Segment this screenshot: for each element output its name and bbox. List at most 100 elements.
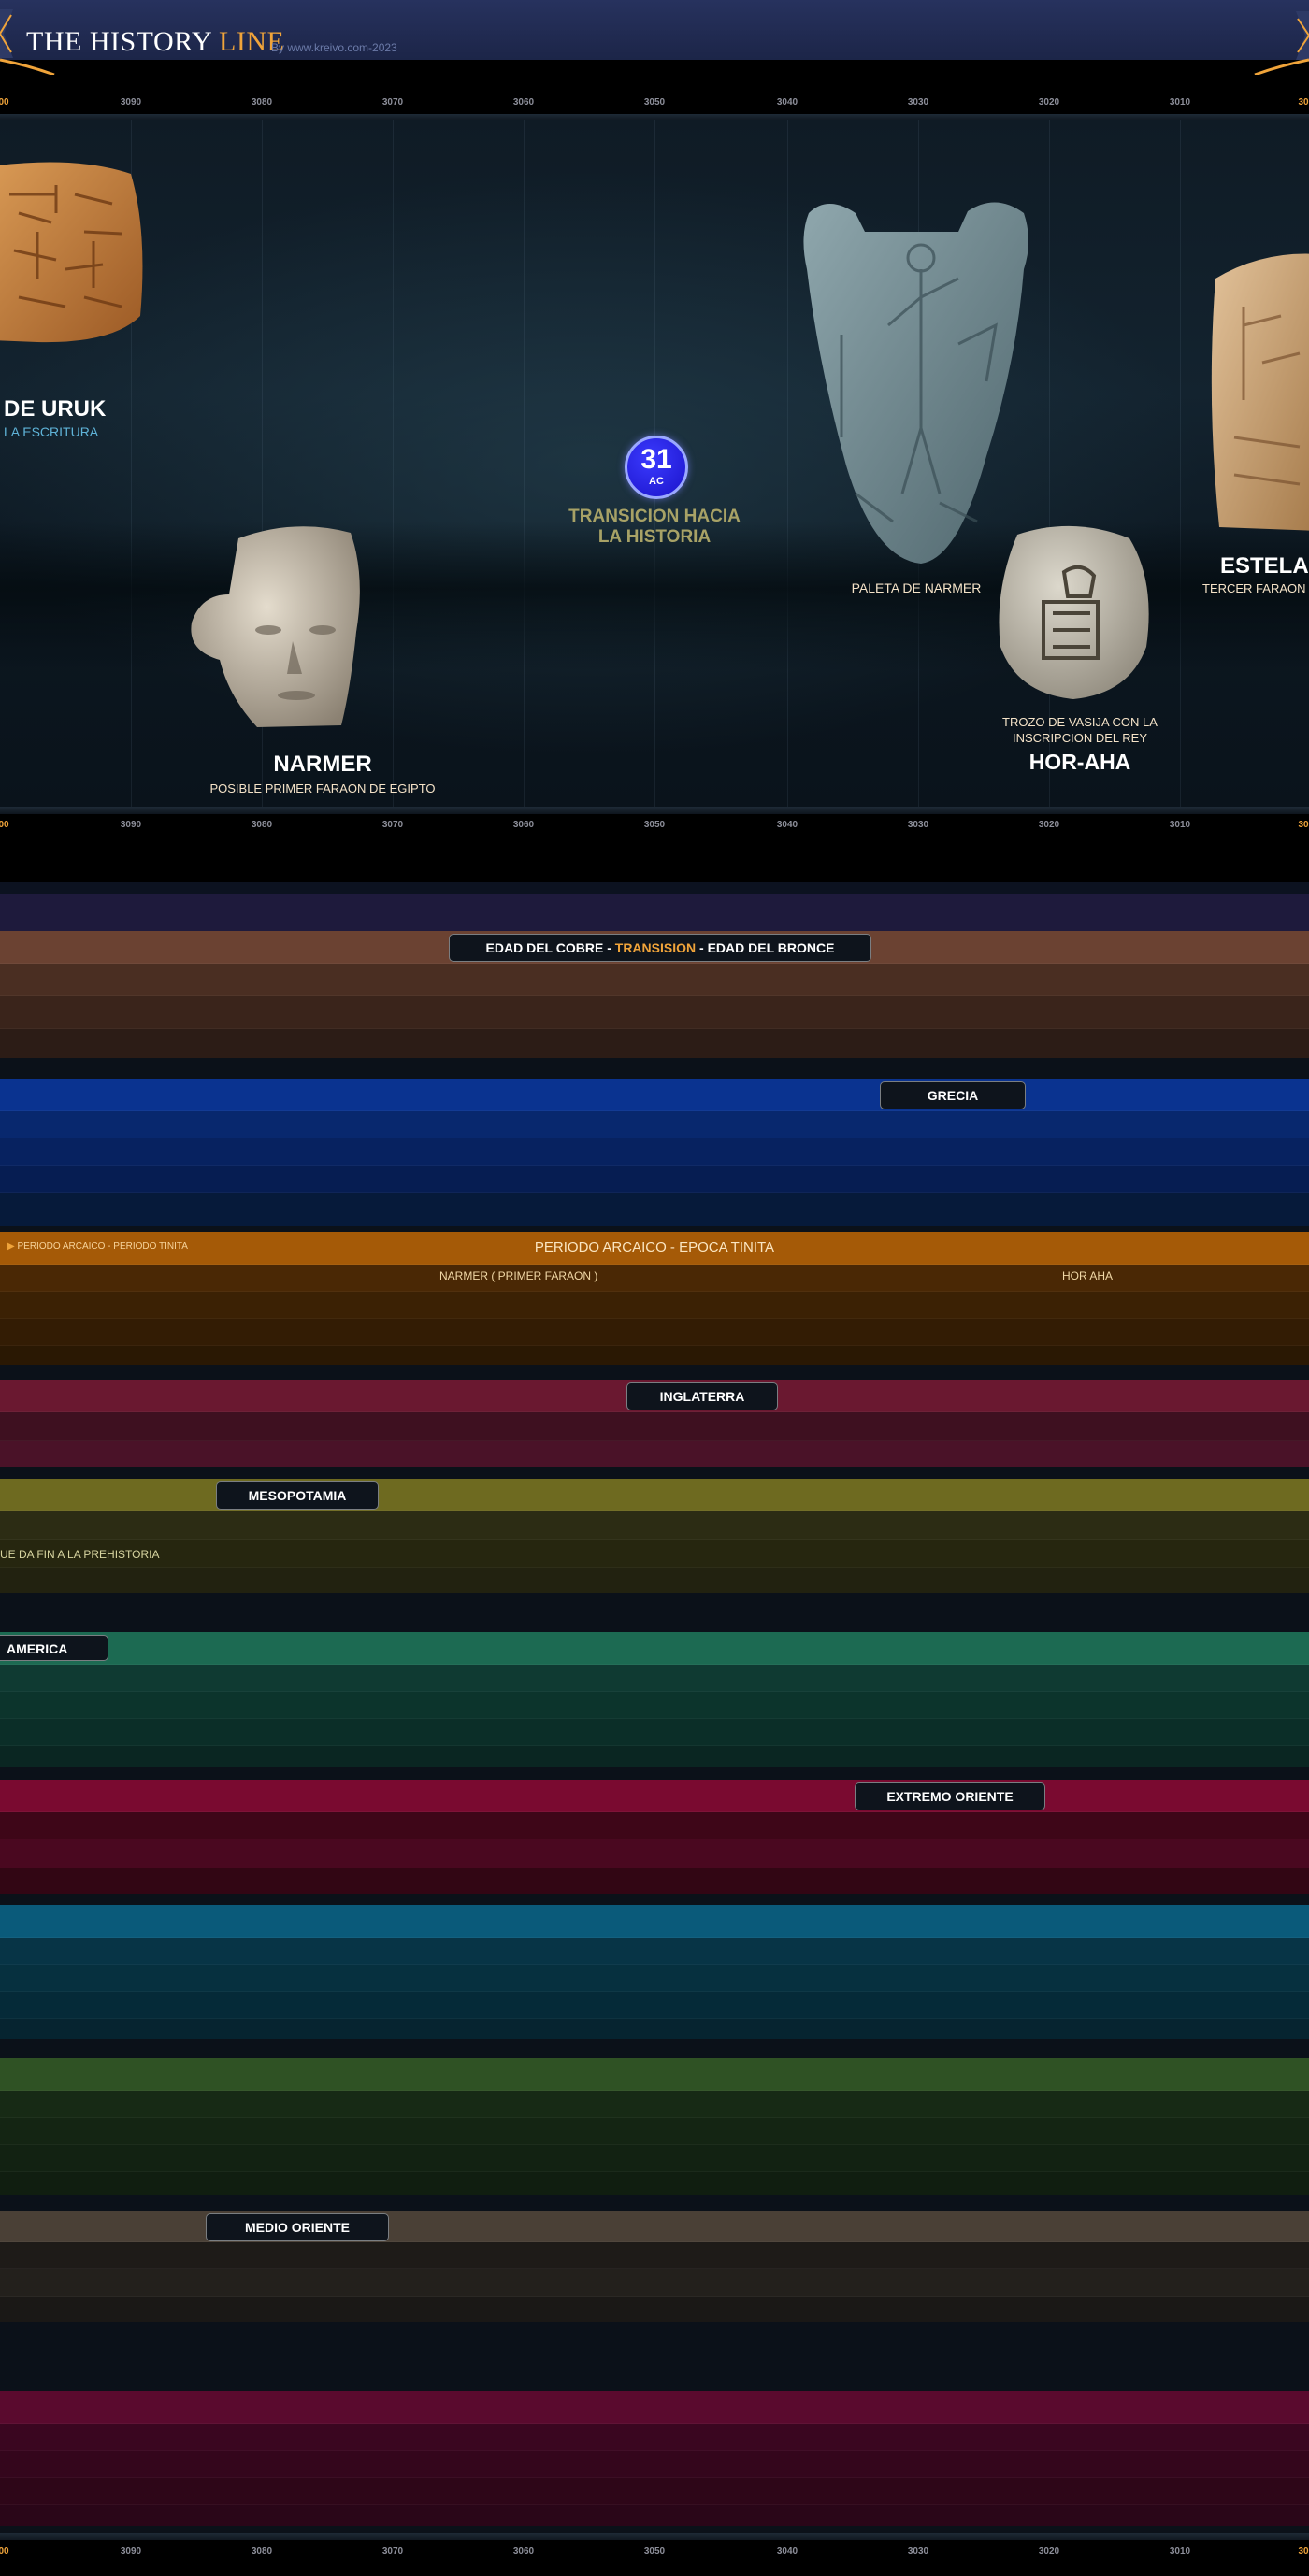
ruler-tick: 3010 — [1169, 820, 1191, 830]
ruler-tick: 00 — [0, 97, 9, 107]
narmer-palette-image[interactable] — [799, 194, 1043, 568]
transition-label: TRANSICION HACIA LA HISTORIA — [552, 507, 757, 548]
band-egypt: ▶ PERIODO ARCAICO - PERIODO TINITA PERIO… — [0, 1232, 1309, 1365]
band-spacer — [0, 1767, 1309, 1780]
ages-separator: - — [603, 940, 615, 955]
ruler-tick: 3060 — [512, 2546, 535, 2556]
narmer-head-image[interactable] — [182, 520, 407, 744]
vessel-fragment-image[interactable] — [989, 516, 1158, 703]
band-spacer — [0, 2039, 1309, 2058]
ages-separator: - — [696, 940, 708, 955]
century-badge[interactable]: 31 AC — [625, 436, 688, 499]
band-green — [0, 2058, 1309, 2195]
ages-pill[interactable]: EDAD DEL COBRE - TRANSISION - EDAD DEL B… — [449, 934, 871, 962]
ruler-tick: 3030 — [907, 2546, 929, 2556]
ruler-tick: 3010 — [1169, 97, 1191, 107]
egypt-toggle-label: PERIODO ARCAICO - PERIODO TINITA — [17, 1241, 188, 1252]
ruler-tick: 3070 — [381, 2546, 404, 2556]
ruler-tick: 3050 — [643, 97, 666, 107]
england-pill[interactable]: INGLATERRA — [626, 1382, 778, 1410]
band-spacer — [0, 1593, 1309, 1632]
narmer-title: NARMER — [273, 751, 372, 777]
hourglass-accent-right — [1254, 58, 1309, 75]
ruler-tick: 3030 — [907, 97, 929, 107]
ruler-tick: 30 — [1298, 2546, 1309, 2556]
band-greece: GRECIA — [0, 1079, 1309, 1226]
egypt-title: PERIODO ARCAICO - EPOCA TINITA — [534, 1239, 775, 1255]
ruler-tick: 3090 — [120, 97, 142, 107]
ruler-tick: 3060 — [512, 820, 535, 830]
ruler-tick: 3080 — [251, 2546, 273, 2556]
vessel-caption: TROZO DE VASIJA CON LA INSCRIPCION DEL R… — [982, 714, 1178, 746]
ruler-tick: 3050 — [643, 2546, 666, 2556]
century-number: 31 — [640, 444, 672, 475]
stele-title: ESTELA D — [1220, 553, 1309, 579]
uruk-title: DE URUK — [4, 396, 107, 422]
ruler-tick: 3020 — [1038, 2546, 1060, 2556]
ruler-tick: 00 — [0, 2546, 9, 2556]
band-far-east: EXTREMO ORIENTE — [0, 1780, 1309, 1896]
ruler-tick: 3010 — [1169, 2546, 1191, 2556]
century-suffix: AC — [649, 476, 664, 487]
timeline-stage[interactable]: DE URUK LA ESCRITURA 31 AC TRANSICION HA… — [0, 120, 1309, 807]
middle-east-pill[interactable]: MEDIO ORIENTE — [206, 2213, 389, 2241]
expand-arrow-icon: ▶ — [7, 1241, 15, 1252]
band-spacer — [0, 882, 1309, 894]
header-bar: THE HISTORY LINE By www.kreivo.com-2023 — [0, 0, 1309, 75]
mesopotamia-pill[interactable]: MESOPOTAMIA — [216, 1481, 379, 1510]
band-england: INGLATERRA — [0, 1380, 1309, 1470]
band-spacer — [0, 2195, 1309, 2211]
stele-subtitle: TERCER FARAON D — [1202, 581, 1309, 595]
hourglass-accent-left — [0, 58, 55, 75]
ruler-bar-mid — [0, 807, 1309, 814]
band-spacer — [0, 1467, 1309, 1479]
uruk-tablet-image[interactable] — [0, 157, 150, 381]
band-ages: EDAD DEL COBRE - TRANSISION - EDAD DEL B… — [0, 931, 1309, 1061]
far-east-pill[interactable]: EXTREMO ORIENTE — [855, 1782, 1045, 1810]
band-middle-east: MEDIO ORIENTE — [0, 2211, 1309, 2324]
ruler-tick: 3090 — [120, 2546, 142, 2556]
uruk-subtitle: LA ESCRITURA — [4, 424, 99, 439]
event-narmer[interactable]: NARMER ( PRIMER FARAON ) — [439, 1269, 597, 1282]
palette-label: PALETA DE NARMER — [851, 580, 982, 595]
ruler-tick: 3070 — [381, 820, 404, 830]
egypt-toggle[interactable]: ▶ PERIODO ARCAICO - PERIODO TINITA — [7, 1241, 188, 1252]
america-pill[interactable]: AMERICA — [0, 1635, 108, 1661]
ruler-tick: 30 — [1298, 97, 1309, 107]
ruler-tick: 3070 — [381, 97, 404, 107]
vessel-line1: TROZO DE VASIJA CON LA — [1002, 715, 1158, 729]
stele-image[interactable] — [1206, 250, 1309, 531]
band-spacer — [0, 1058, 1309, 1079]
ruler-tick: 3090 — [120, 820, 142, 830]
band-america: AMERICA — [0, 1632, 1309, 1767]
ruler-tick: 3050 — [643, 820, 666, 830]
band-teal — [0, 1905, 1309, 2039]
ruler-tick: 00 — [0, 820, 9, 830]
timeline-ruler-top: 00 3090 3080 3070 3060 3050 3040 3030 30… — [0, 92, 1309, 116]
ages-transition: TRANSISION — [614, 940, 697, 955]
logo-text: THE HISTORY — [26, 26, 220, 57]
vessel-title: HOR-AHA — [1028, 750, 1131, 774]
hourglass-icon-right — [1296, 11, 1309, 60]
band-spacer — [0, 2322, 1309, 2391]
timeline-ruler-bottom: 00 3090 3080 3070 3060 3050 3040 3030 30… — [0, 2540, 1309, 2565]
ruler-tick: 3060 — [512, 97, 535, 107]
band-spacer — [0, 1894, 1309, 1905]
event-hor-aha[interactable]: HOR AHA — [1062, 1269, 1113, 1282]
byline: By www.kreivo.com-2023 — [271, 41, 397, 54]
ruler-tick: 3040 — [776, 2546, 798, 2556]
transition-line2: LA HISTORIA — [597, 527, 712, 547]
ruler-tick: 3040 — [776, 820, 798, 830]
logo[interactable]: THE HISTORY LINE — [26, 26, 284, 58]
ruler-tick: 3030 — [907, 820, 929, 830]
ages-copper: EDAD DEL COBRE — [485, 940, 604, 955]
ruler-bar-bottom — [0, 2533, 1309, 2540]
band-spacer — [0, 1365, 1309, 1380]
transition-line1: TRANSICION HACIA — [568, 507, 741, 526]
band-mesopotamia: MESOPOTAMIA UE DA FIN A LA PREHISTORIA — [0, 1479, 1309, 1596]
band-purple — [0, 894, 1309, 931]
band-magenta — [0, 2391, 1309, 2526]
event-mesopotamia-writing[interactable]: UE DA FIN A LA PREHISTORIA — [0, 1548, 160, 1561]
ruler-tick: 3040 — [776, 97, 798, 107]
greece-pill[interactable]: GRECIA — [880, 1081, 1026, 1109]
